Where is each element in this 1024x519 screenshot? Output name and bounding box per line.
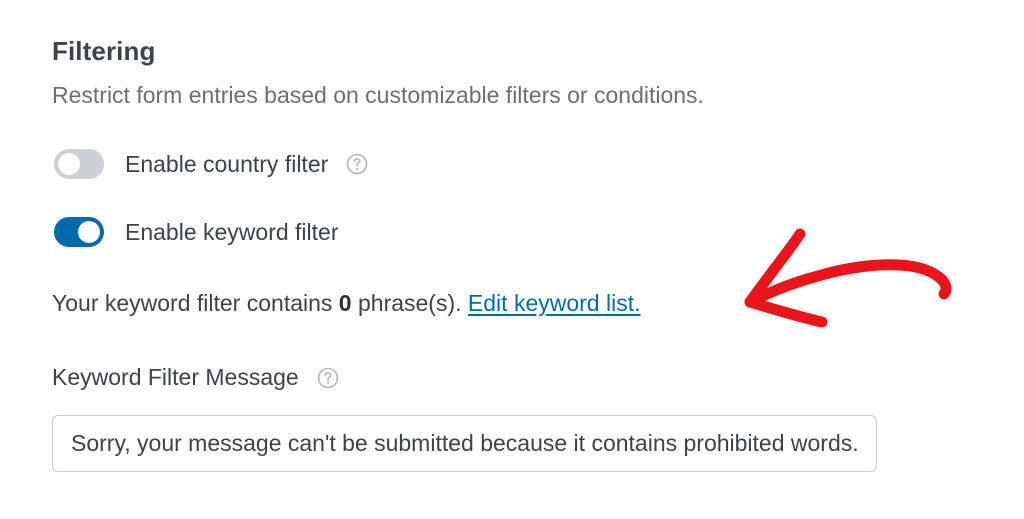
- keyword-info-suffix: phrase(s).: [351, 290, 468, 316]
- toggle-knob: [78, 221, 100, 243]
- toggle-knob: [58, 153, 80, 175]
- country-filter-row: Enable country filter: [54, 147, 368, 181]
- keyword-filter-info: Your keyword filter contains 0 phrase(s)…: [52, 290, 640, 317]
- keyword-filter-toggle[interactable]: [54, 217, 104, 247]
- red-arrow-icon: [744, 228, 952, 328]
- keyword-filter-row: Enable keyword filter: [54, 215, 339, 249]
- edit-keyword-list-link[interactable]: Edit keyword list.: [468, 290, 641, 316]
- section-title: Filtering: [52, 36, 156, 66]
- keyword-message-label: Keyword Filter Message: [52, 364, 299, 390]
- keyword-filter-label: Enable keyword filter: [125, 218, 339, 245]
- section-description: Restrict form entries based on customiza…: [52, 82, 704, 108]
- phrase-count: 0: [338, 290, 352, 316]
- keyword-message-input[interactable]: [52, 415, 877, 472]
- keyword-info-prefix: Your keyword filter contains: [52, 290, 339, 316]
- country-filter-toggle[interactable]: [54, 149, 104, 179]
- question-circle-icon[interactable]: [317, 367, 339, 389]
- country-filter-label: Enable country filter: [125, 150, 329, 177]
- keyword-message-label-row: Keyword Filter Message: [52, 364, 339, 391]
- question-circle-icon[interactable]: [346, 153, 368, 175]
